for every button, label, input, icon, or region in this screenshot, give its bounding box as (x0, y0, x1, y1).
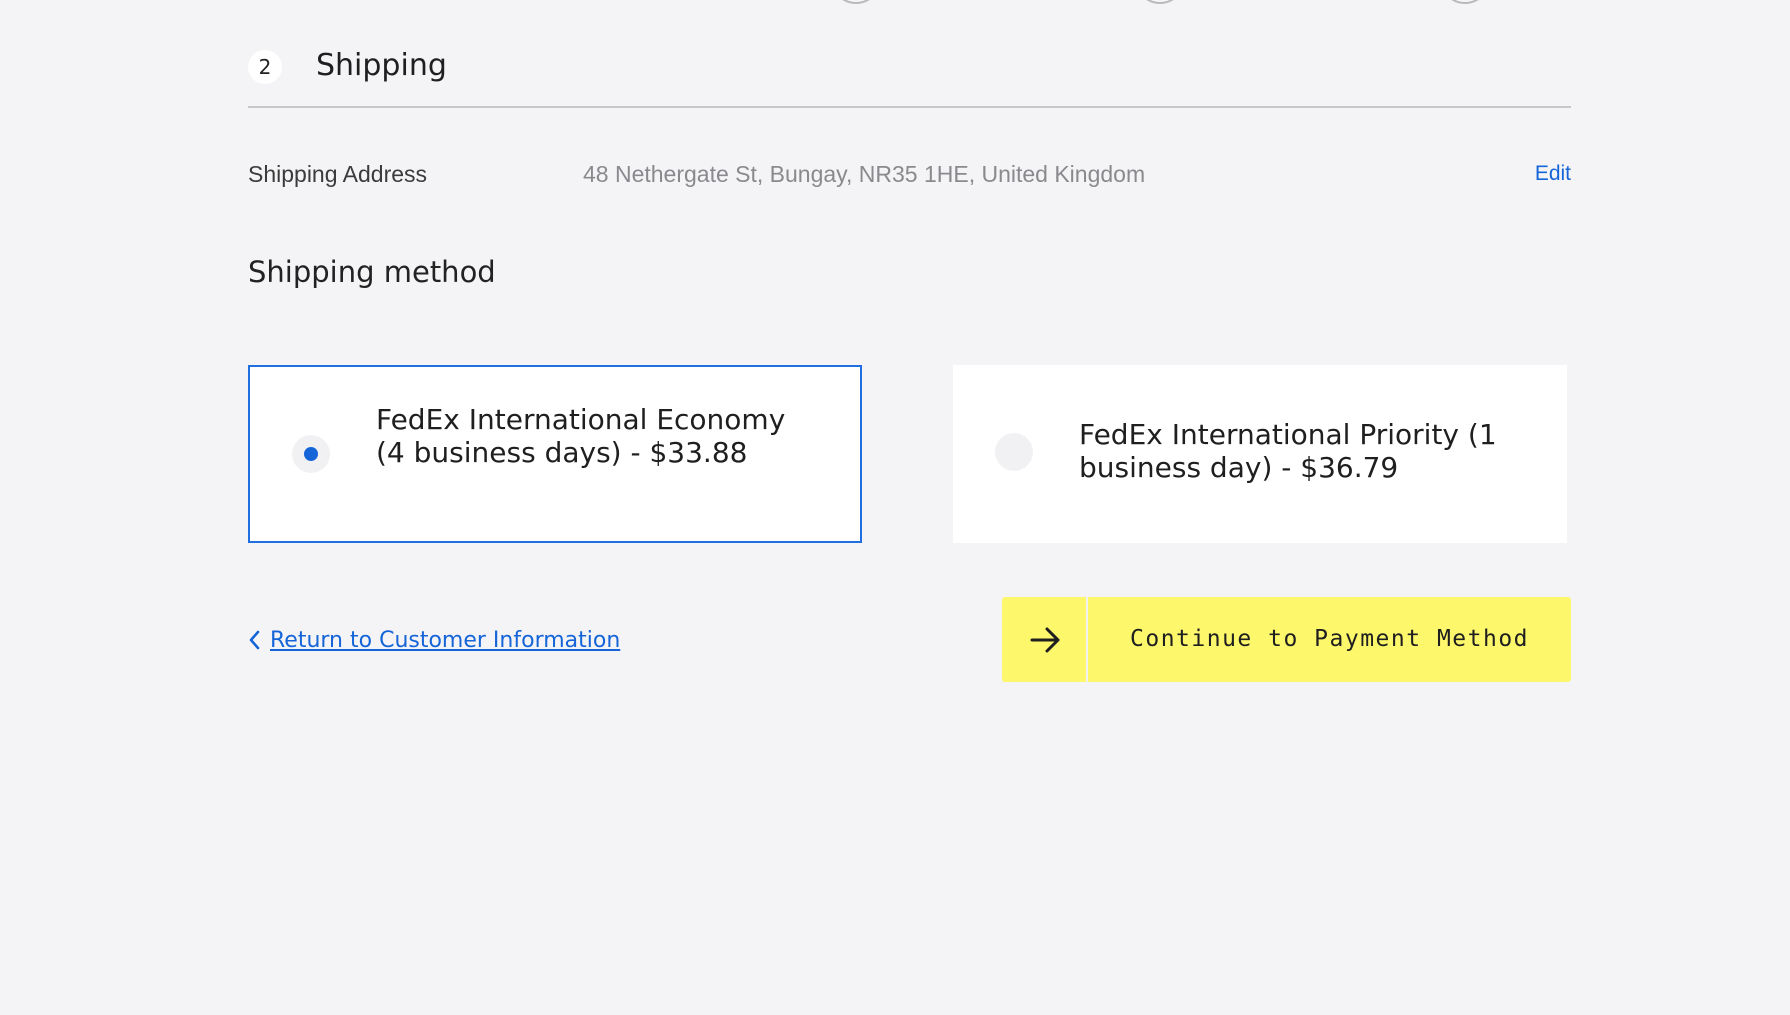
progress-step-indicator (831, 0, 881, 4)
checkout-page: 2 Shipping Shipping Address 48 Nethergat… (0, 0, 1790, 1015)
shipping-section-header: 2 Shipping (248, 44, 1571, 108)
step-number-badge: 2 (248, 50, 282, 84)
continue-arrow-zone (1002, 597, 1088, 682)
shipping-address-row: Shipping Address 48 Nethergate St, Bunga… (248, 156, 1571, 192)
progress-step-indicator (1135, 0, 1185, 4)
progress-step-indicator (1440, 0, 1490, 4)
continue-to-payment-button[interactable]: Continue to Payment Method (1002, 597, 1571, 682)
shipping-address-value: 48 Nethergate St, Bungay, NR35 1HE, Unit… (583, 161, 1146, 187)
section-title: Shipping (316, 48, 447, 83)
chevron-left-icon (249, 630, 260, 650)
edit-address-link[interactable]: Edit (1535, 156, 1571, 192)
radio-button-selected[interactable] (292, 435, 330, 473)
radio-button-unselected[interactable] (995, 433, 1033, 471)
return-to-customer-information-link[interactable]: Return to Customer Information (248, 622, 620, 658)
continue-button-label: Continue to Payment Method (1130, 626, 1530, 652)
shipping-option-priority[interactable]: FedEx International Priority (1 business… (953, 365, 1567, 543)
shipping-option-economy[interactable]: FedEx International Economy (4 business … (248, 365, 862, 543)
arrow-right-icon (1030, 627, 1060, 653)
return-link-label: Return to Customer Information (270, 627, 621, 653)
shipping-address-label: Shipping Address (248, 161, 428, 187)
shipping-option-label: FedEx International Economy (4 business … (376, 403, 786, 469)
shipping-method-title: Shipping method (248, 255, 496, 289)
shipping-option-label: FedEx International Priority (1 business… (1079, 418, 1497, 484)
radio-selected-dot-icon (304, 447, 318, 461)
